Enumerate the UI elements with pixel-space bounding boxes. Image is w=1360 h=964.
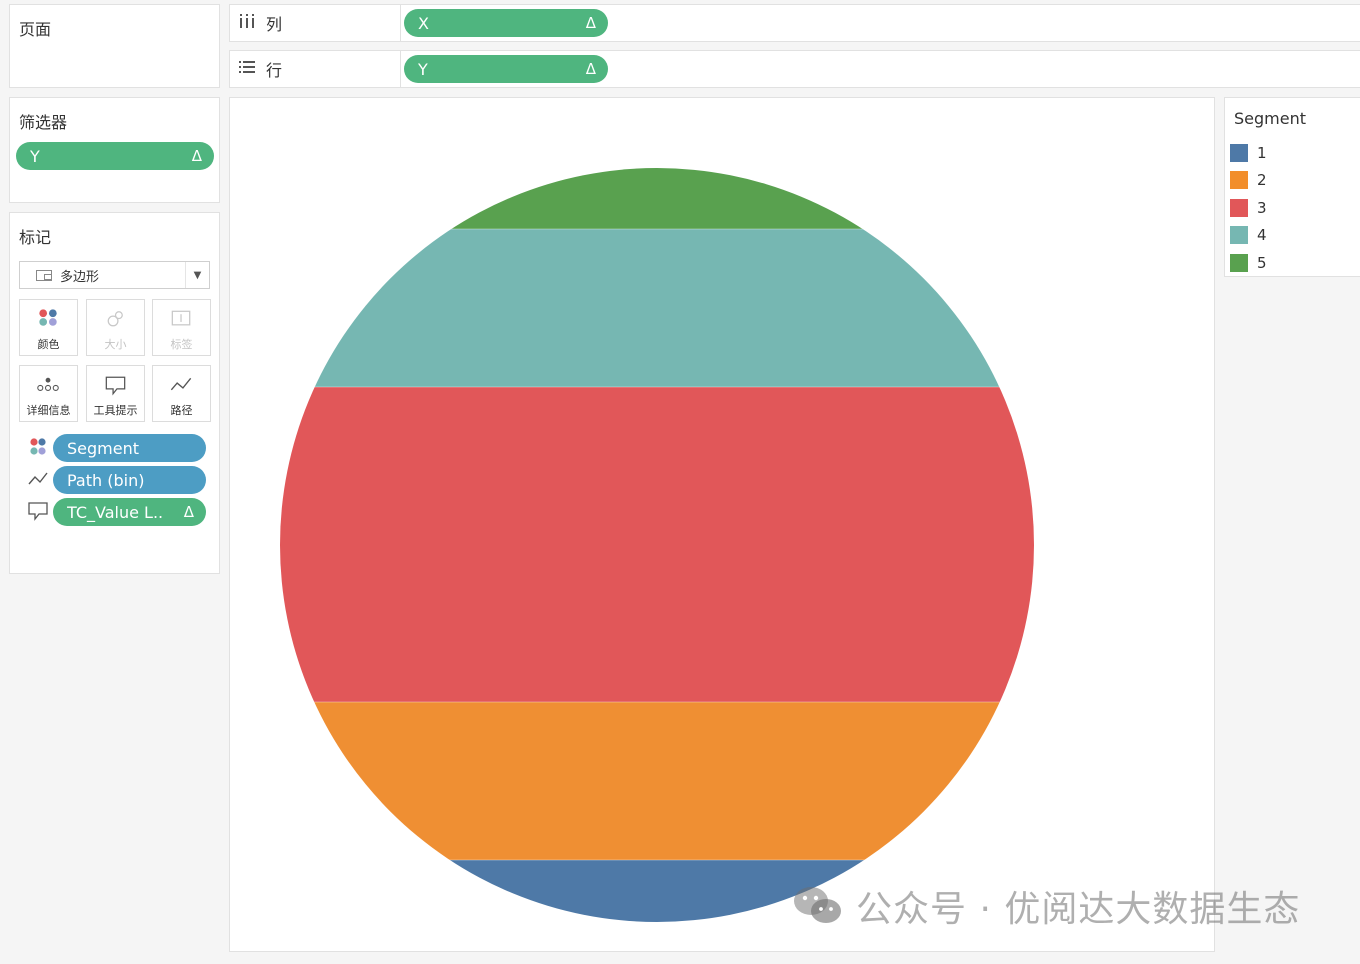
label-button[interactable]: 标签 xyxy=(152,299,211,356)
columns-shelf-label: 列 xyxy=(266,15,283,34)
marks-field-segment-text: Segment xyxy=(67,438,139,458)
path-line-icon xyxy=(170,377,192,391)
segment-band-3[interactable] xyxy=(270,387,1050,702)
delta-icon: Δ xyxy=(191,147,202,165)
legend-swatch xyxy=(1230,171,1248,189)
rows-shelf[interactable]: 行 Y Δ xyxy=(229,50,1360,88)
size-button-label: 大小 xyxy=(104,338,127,351)
path-button[interactable]: 路径 xyxy=(152,365,211,422)
tooltip-icon xyxy=(105,376,126,396)
size-button[interactable]: 大小 xyxy=(86,299,145,356)
tooltip-button-label: 工具提示 xyxy=(93,404,138,417)
watermark: 公众号 · 优阅达大数据生态 xyxy=(792,882,1300,930)
wechat-icon xyxy=(794,887,841,923)
legend-item-label: 1 xyxy=(1257,144,1267,162)
pages-panel-title: 页面 xyxy=(19,20,52,39)
detail-button-label: 详细信息 xyxy=(26,404,71,417)
legend-swatch xyxy=(1230,199,1248,217)
legend-swatch xyxy=(1230,144,1248,162)
detail-dots-icon xyxy=(37,377,59,391)
segment-band-4[interactable] xyxy=(270,229,1050,387)
color-button-label: 颜色 xyxy=(37,338,60,351)
legend-item-2[interactable]: 2 xyxy=(1230,170,1267,190)
legend-swatch xyxy=(1230,226,1248,244)
row-pill-y-text: Y xyxy=(418,59,428,79)
viz-view[interactable] xyxy=(229,97,1215,952)
tooltip-icon xyxy=(28,502,48,521)
columns-icon xyxy=(238,13,258,33)
delta-icon: Δ xyxy=(585,60,596,78)
legend-swatch xyxy=(1230,254,1248,272)
marks-panel-title: 标记 xyxy=(19,228,52,247)
legend-item-label: 2 xyxy=(1257,171,1267,189)
chevron-down-icon[interactable]: ▼ xyxy=(185,262,209,288)
legend-item-4[interactable]: 4 xyxy=(1230,225,1267,245)
marks-panel[interactable]: 标记 多边形 ▼ 颜色 大小 标签 详细信息 工具提示 路径 Segment P… xyxy=(9,212,220,574)
legend-title: Segment xyxy=(1234,109,1306,128)
color-dots-icon xyxy=(39,309,57,326)
filters-panel-title: 筛选器 xyxy=(19,113,68,132)
legend-item-5[interactable]: 5 xyxy=(1230,253,1267,273)
segment-legend[interactable]: Segment 1 2 3 4 5 xyxy=(1224,97,1360,277)
mark-type-dropdown[interactable]: 多边形 ▼ xyxy=(19,261,210,289)
marks-field-path-bin[interactable]: Path (bin) xyxy=(53,466,206,494)
path-line-icon xyxy=(28,472,48,485)
marks-field-tc-value-text: TC_Value L.. xyxy=(67,502,164,522)
segmented-circle-chart xyxy=(270,150,1050,922)
legend-item-1[interactable]: 1 xyxy=(1230,143,1267,163)
marks-field-path-bin-text: Path (bin) xyxy=(67,470,145,490)
polygon-mark-icon xyxy=(36,269,52,281)
color-dots-icon xyxy=(30,438,46,455)
size-icon xyxy=(107,311,123,327)
rows-shelf-label-box: 行 xyxy=(230,51,401,87)
mark-type-label: 多边形 xyxy=(60,269,100,285)
legend-item-label: 3 xyxy=(1257,199,1267,217)
watermark-text: 公众号 · 优阅达大数据生态 xyxy=(856,889,1301,930)
legend-item-label: 5 xyxy=(1257,254,1267,272)
text-label-icon xyxy=(171,310,191,326)
filter-pill-y[interactable]: Y Δ xyxy=(16,142,214,170)
filter-pill-y-text: Y xyxy=(30,146,40,166)
detail-button[interactable]: 详细信息 xyxy=(19,365,78,422)
legend-item-label: 4 xyxy=(1257,226,1267,244)
rows-icon xyxy=(238,59,258,79)
legend-item-3[interactable]: 3 xyxy=(1230,198,1267,218)
column-pill-x-text: X xyxy=(418,13,429,33)
segment-band-2[interactable] xyxy=(270,702,1050,860)
filters-panel[interactable]: 筛选器 Y Δ xyxy=(9,97,220,203)
path-button-label: 路径 xyxy=(170,404,193,417)
label-button-label: 标签 xyxy=(170,338,193,351)
pages-panel[interactable]: 页面 xyxy=(9,4,220,88)
delta-icon: Δ xyxy=(585,14,596,32)
marks-field-tc-value[interactable]: TC_Value L.. Δ xyxy=(53,498,206,526)
tooltip-button[interactable]: 工具提示 xyxy=(86,365,145,422)
delta-icon: Δ xyxy=(183,503,194,521)
segment-band-5[interactable] xyxy=(270,150,1050,229)
color-button[interactable]: 颜色 xyxy=(19,299,78,356)
row-pill-y[interactable]: Y Δ xyxy=(404,55,608,83)
columns-shelf[interactable]: 列 X Δ xyxy=(229,4,1360,42)
columns-shelf-label-box: 列 xyxy=(230,5,401,41)
marks-field-segment[interactable]: Segment xyxy=(53,434,206,462)
rows-shelf-label: 行 xyxy=(266,61,283,80)
tableau-workspace: 页面 列 X Δ 行 Y Δ 筛选器 Y Δ 标记 多边形 ▼ 颜色 大小 标签… xyxy=(0,0,1360,964)
column-pill-x[interactable]: X Δ xyxy=(404,9,608,37)
